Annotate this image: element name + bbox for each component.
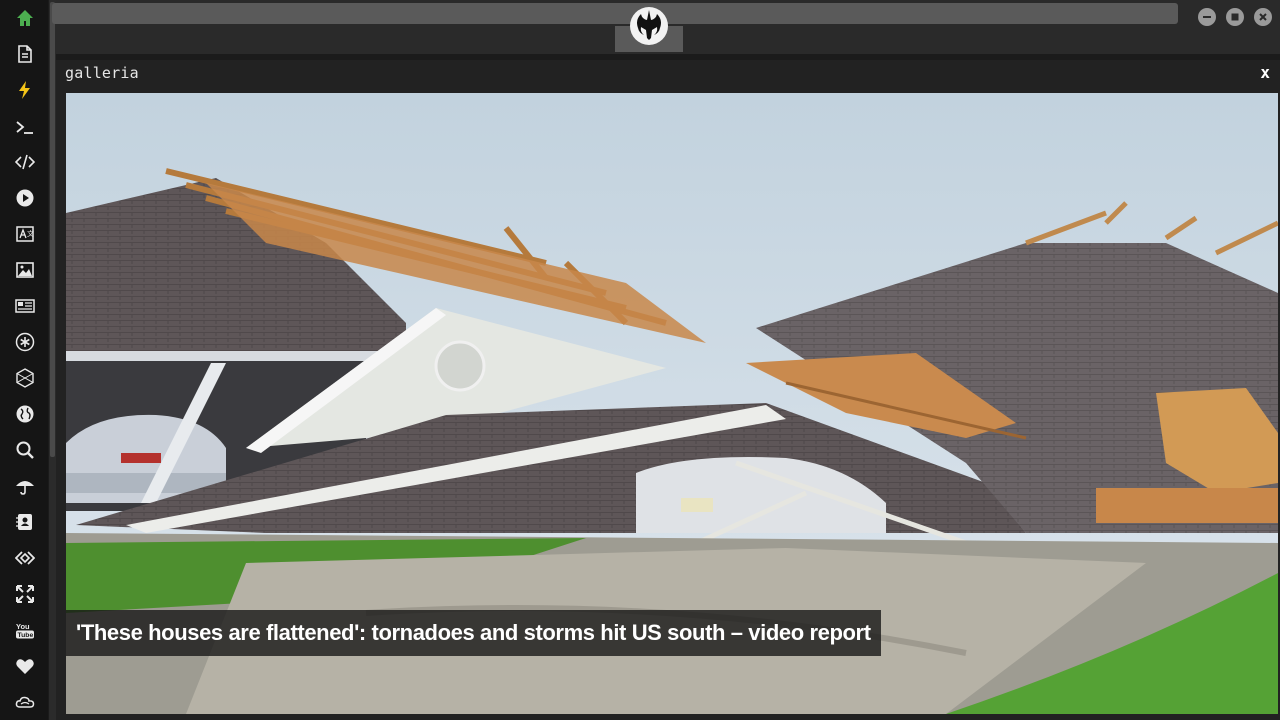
play-icon[interactable] (12, 185, 38, 211)
rebel-alliance-icon (630, 7, 668, 45)
news-icon[interactable] (12, 293, 38, 319)
translate-icon[interactable]: 文 (12, 221, 38, 247)
svg-text:文: 文 (27, 229, 34, 238)
heart-icon[interactable] (12, 653, 38, 679)
expand-icon[interactable] (12, 581, 38, 607)
svg-text:You: You (16, 622, 30, 631)
link-icon[interactable] (12, 545, 38, 571)
contact-icon[interactable] (12, 509, 38, 535)
youtube-icon[interactable]: You Tube (12, 617, 38, 643)
document-icon[interactable] (12, 41, 38, 67)
globe-icon[interactable] (12, 401, 38, 427)
sidebar-scrollbar[interactable] (49, 0, 56, 720)
asterisk-icon[interactable] (12, 329, 38, 355)
close-window-button[interactable] (1254, 8, 1272, 26)
cloud-icon[interactable] (12, 689, 38, 715)
galleria-title: galleria (65, 64, 139, 82)
umbrella-icon[interactable] (12, 473, 38, 499)
sidebar: 文 You Tube (0, 0, 48, 720)
gallery-photo[interactable]: 'These houses are flattened': tornadoes … (66, 93, 1278, 714)
maximize-button[interactable] (1226, 8, 1244, 26)
photo-caption: 'These houses are flattened': tornadoes … (66, 610, 881, 656)
lightning-icon[interactable] (12, 77, 38, 103)
image-icon[interactable] (12, 257, 38, 283)
galleria-panel: galleria x 'These houses are flattened':… (56, 60, 1280, 720)
terminal-icon[interactable] (12, 114, 38, 140)
scrollbar-thumb[interactable] (50, 2, 55, 457)
address-bar[interactable] (52, 3, 1178, 24)
home-icon[interactable] (12, 5, 38, 31)
hexagon-icon[interactable] (12, 365, 38, 391)
code-icon[interactable] (12, 149, 38, 175)
minimize-button[interactable] (1198, 8, 1216, 26)
top-bar (52, 0, 1280, 54)
search-icon[interactable] (12, 437, 38, 463)
galleria-close-button[interactable]: x (1260, 63, 1270, 82)
svg-text:Tube: Tube (18, 632, 34, 639)
